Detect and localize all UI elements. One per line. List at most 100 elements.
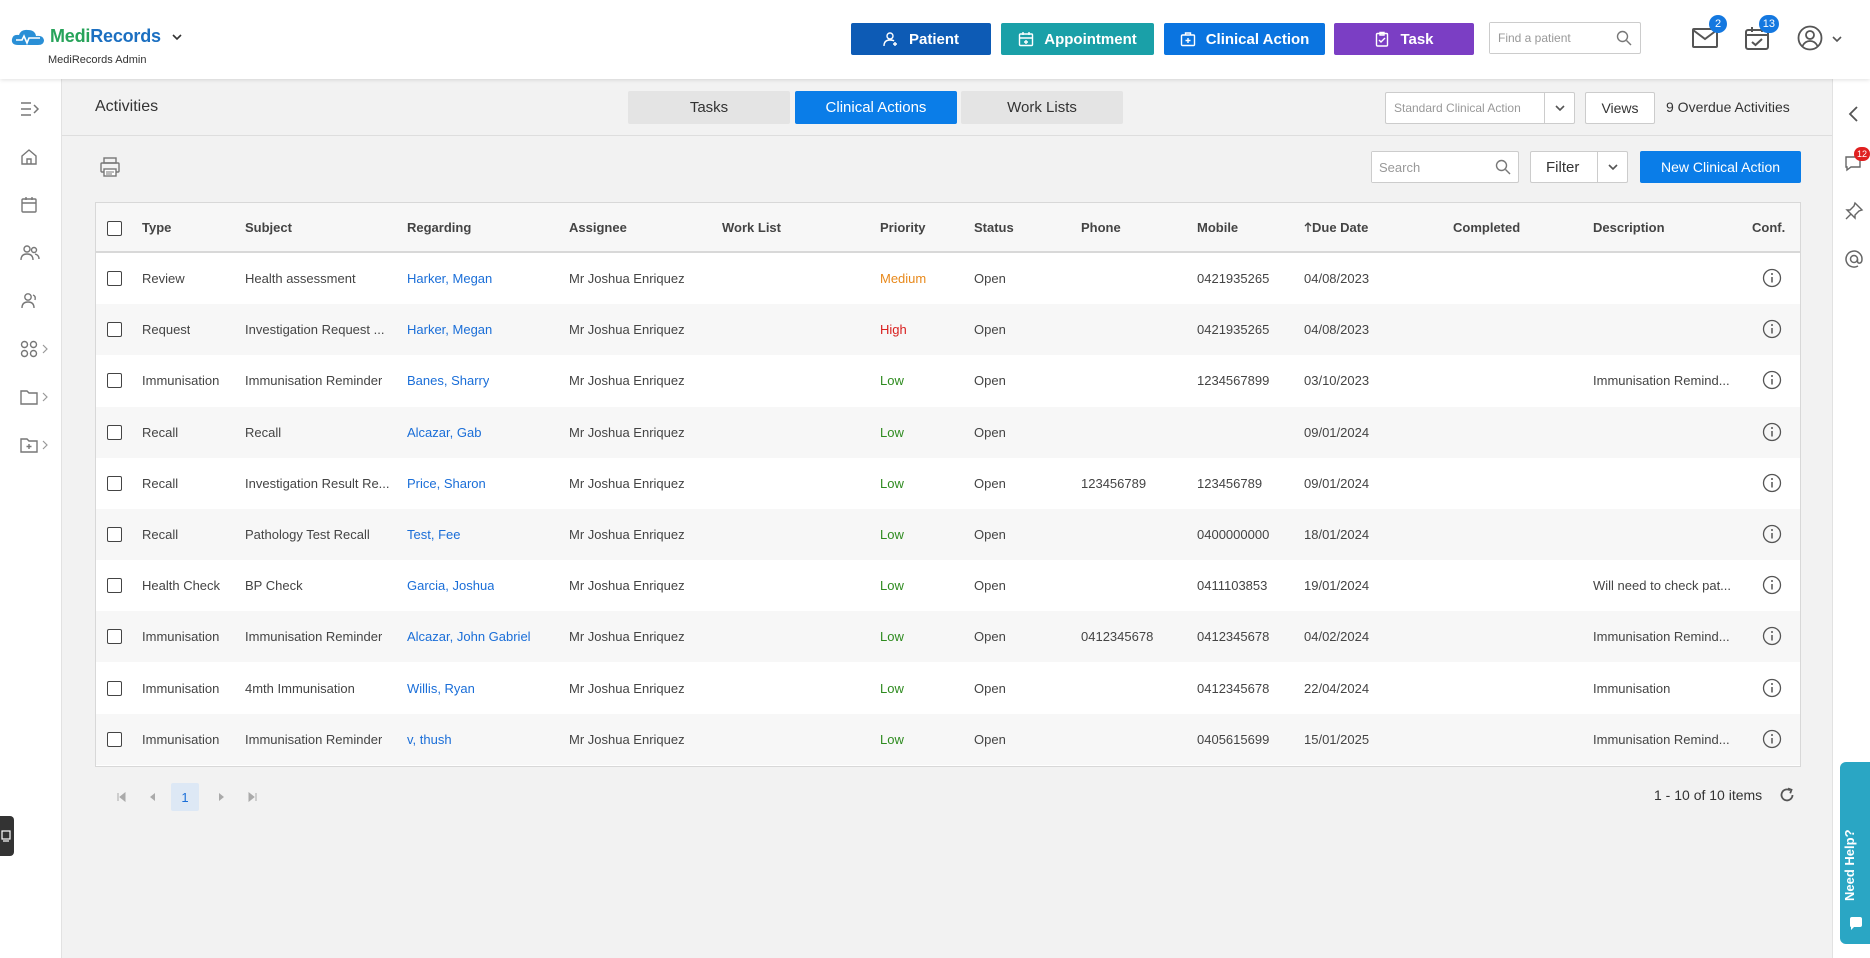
row-checkbox[interactable] [107,527,122,542]
side-panel-toggle[interactable] [0,816,14,856]
new-clinical-action-button[interactable]: Clinical Action [1164,23,1325,55]
column-header-description[interactable]: Description [1593,220,1665,235]
table-row[interactable]: Request Investigation Request ... Harker, … [96,304,1800,356]
chevron-left-icon[interactable] [1844,104,1864,124]
row-checkbox[interactable] [107,424,122,440]
column-header-mobile[interactable]: Mobile [1197,220,1238,235]
table-row[interactable]: Immunisation Immunisation Reminder Alcazar… [96,611,1800,663]
row-checkbox[interactable] [107,578,122,594]
new-appointment-button[interactable]: Appointment [1001,23,1154,55]
page-number-current[interactable]: 1 [171,783,199,811]
activity-type-select[interactable]: Standard Clinical Action [1385,92,1575,124]
new-patient-button[interactable]: Patient [851,23,991,55]
filter-button[interactable]: Filter [1530,151,1628,183]
cell-regarding[interactable]: Garcia, Joshua [407,578,494,593]
cell-regarding[interactable]: v, thush [407,732,452,747]
info-icon[interactable] [1762,729,1782,749]
pin-icon[interactable] [1844,201,1864,221]
print-icon[interactable] [99,156,121,178]
column-header-confidential[interactable]: Conf. [1752,220,1785,235]
search-icon[interactable] [1616,30,1632,46]
column-header-priority[interactable]: Priority [880,220,926,235]
column-header-subject[interactable]: Subject [245,220,292,235]
table-search-field[interactable] [1371,151,1519,183]
sidebar-item-apps[interactable] [20,337,50,361]
cell-regarding[interactable]: Price, Sharon [407,476,486,491]
sidebar-item-patients[interactable] [20,241,50,265]
column-header-regarding[interactable]: Regarding [407,220,471,235]
app-logo[interactable]: MediRecords [10,26,183,47]
column-header-type[interactable]: Type [142,220,171,235]
sidebar-item-contacts[interactable] [20,289,50,313]
column-header-work-list[interactable]: Work List [722,220,781,235]
table-row[interactable]: Health Check BP Check Garcia, Joshua Mr Jos… [96,560,1800,611]
info-icon[interactable] [1762,678,1782,698]
cell-regarding[interactable]: Alcazar, Gab [407,425,481,440]
cell-regarding[interactable]: Test, Fee [407,527,460,542]
table-row[interactable]: Recall Pathology Test Recall Test, Fee Mr J… [96,509,1800,560]
dropdown-toggle[interactable] [1544,93,1574,123]
cell-regarding[interactable]: Alcazar, John Gabriel [407,629,531,644]
chevron-down-icon[interactable] [171,31,183,43]
filter-dropdown-toggle[interactable] [1597,152,1627,182]
info-icon[interactable] [1762,575,1782,595]
table-row[interactable]: Immunisation Immunisation Reminder Banes, … [96,355,1800,406]
cell-regarding[interactable]: Willis, Ryan [407,681,475,696]
previous-page-button[interactable] [145,790,159,804]
info-icon[interactable] [1762,473,1782,493]
chat-button[interactable]: 12 [1844,147,1870,174]
row-checkbox[interactable] [107,629,122,645]
tasks-inbox-button[interactable]: 13 [1743,15,1779,55]
sidebar-item-folders[interactable] [20,385,50,409]
row-checkbox[interactable] [107,322,122,338]
table-row[interactable]: Immunisation 4mth Immunisation Willis, Rya… [96,663,1800,714]
column-header-status[interactable]: Status [974,220,1014,235]
info-icon[interactable] [1762,422,1782,442]
at-icon[interactable] [1844,249,1864,269]
find-patient-input[interactable] [1490,23,1608,53]
info-icon[interactable] [1762,319,1782,339]
sidebar-item-home[interactable] [20,145,50,169]
cell-regarding[interactable]: Harker, Megan [407,271,492,286]
tab-clinical-actions[interactable]: Clinical Actions [795,91,957,124]
info-icon[interactable] [1762,626,1782,646]
info-icon[interactable] [1762,370,1782,390]
find-patient-field[interactable] [1489,22,1641,54]
messages-button[interactable]: 2 [1691,15,1727,55]
user-menu[interactable] [1797,25,1843,55]
column-header-completed[interactable]: Completed [1453,220,1520,235]
row-checkbox[interactable] [107,271,122,286]
first-page-button[interactable] [115,790,129,804]
refresh-icon[interactable] [1778,786,1796,804]
tab-work-lists[interactable]: Work Lists [961,91,1123,124]
tab-tasks[interactable]: Tasks [628,91,790,124]
sidebar-item-calendar[interactable] [20,193,50,217]
new-clinical-action-button-secondary[interactable]: New Clinical Action [1640,151,1801,183]
info-icon[interactable] [1762,524,1782,544]
sidebar-expand[interactable] [20,97,50,121]
cell-regarding[interactable]: Banes, Sharry [407,373,489,388]
search-icon[interactable] [1495,159,1511,175]
new-task-button[interactable]: Task [1334,23,1474,55]
row-checkbox[interactable] [107,475,122,491]
row-checkbox[interactable] [107,731,122,747]
info-icon[interactable] [1762,268,1782,288]
next-page-button[interactable] [215,790,229,804]
column-header-due-date[interactable]: Due Date [1304,220,1368,235]
table-row[interactable]: Recall Recall Alcazar, Gab Mr Joshua Enriqu… [96,406,1800,458]
views-button[interactable]: Views [1585,92,1655,124]
select-all-checkbox[interactable] [107,221,122,236]
row-checkbox[interactable] [107,680,122,696]
overdue-activities-link[interactable]: 9 Overdue Activities [1666,99,1790,115]
sidebar-item-reports[interactable] [20,433,50,457]
table-row[interactable]: Review Health assessment Harker, Megan Mr J… [96,253,1800,304]
chat-badge: 12 [1854,147,1870,161]
table-search-input[interactable] [1372,152,1482,182]
cell-regarding[interactable]: Harker, Megan [407,322,492,337]
table-row[interactable]: Recall Investigation Result Re... Price, S… [96,458,1800,509]
column-header-phone[interactable]: Phone [1081,220,1121,235]
table-row[interactable]: Immunisation Immunisation Reminder v, thus… [96,713,1800,765]
last-page-button[interactable] [245,790,259,804]
column-header-assignee[interactable]: Assignee [569,220,627,235]
row-checkbox[interactable] [107,373,122,389]
